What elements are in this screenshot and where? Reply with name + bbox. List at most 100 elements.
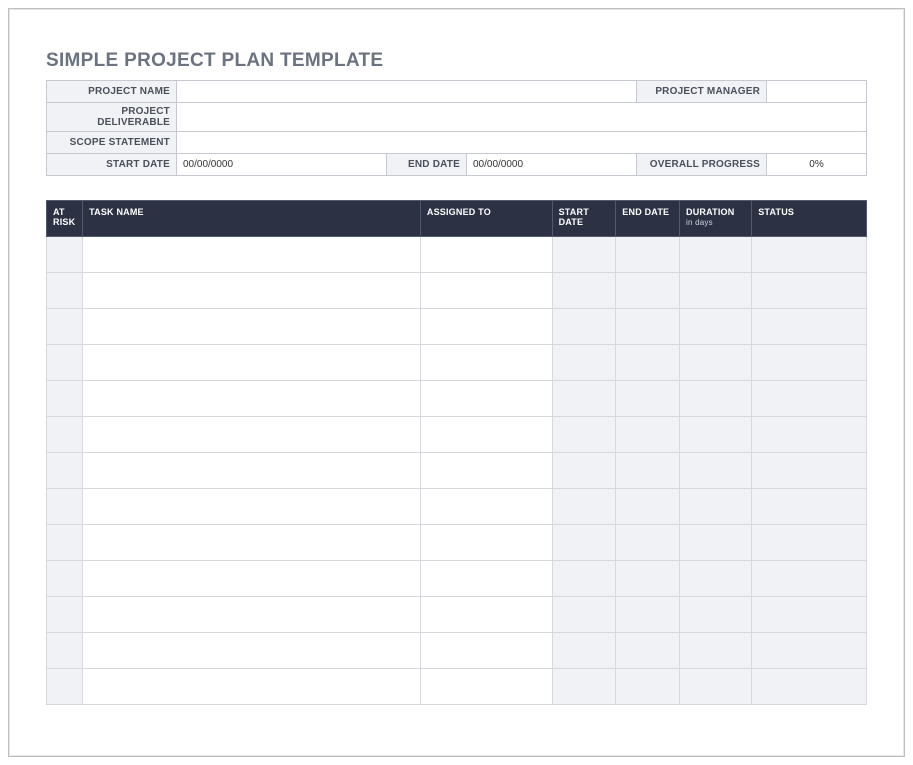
cell-task-name[interactable] bbox=[83, 561, 421, 597]
cell-at-risk[interactable] bbox=[47, 633, 83, 669]
cell-status[interactable] bbox=[752, 561, 867, 597]
cell-duration[interactable] bbox=[680, 381, 752, 417]
header-end-date: END DATE bbox=[616, 201, 680, 237]
value-start-date[interactable]: 00/00/0000 bbox=[177, 154, 387, 176]
cell-task-name[interactable] bbox=[83, 237, 421, 273]
cell-start-date[interactable] bbox=[552, 237, 616, 273]
cell-duration[interactable] bbox=[680, 273, 752, 309]
cell-status[interactable] bbox=[752, 453, 867, 489]
cell-start-date[interactable] bbox=[552, 345, 616, 381]
cell-start-date[interactable] bbox=[552, 309, 616, 345]
cell-at-risk[interactable] bbox=[47, 597, 83, 633]
cell-at-risk[interactable] bbox=[47, 381, 83, 417]
cell-start-date[interactable] bbox=[552, 561, 616, 597]
cell-task-name[interactable] bbox=[83, 345, 421, 381]
cell-status[interactable] bbox=[752, 489, 867, 525]
cell-at-risk[interactable] bbox=[47, 561, 83, 597]
cell-assigned-to[interactable] bbox=[420, 489, 552, 525]
cell-task-name[interactable] bbox=[83, 525, 421, 561]
cell-duration[interactable] bbox=[680, 669, 752, 705]
cell-assigned-to[interactable] bbox=[420, 669, 552, 705]
cell-task-name[interactable] bbox=[83, 273, 421, 309]
cell-at-risk[interactable] bbox=[47, 453, 83, 489]
cell-task-name[interactable] bbox=[83, 489, 421, 525]
cell-assigned-to[interactable] bbox=[420, 597, 552, 633]
cell-status[interactable] bbox=[752, 237, 867, 273]
cell-start-date[interactable] bbox=[552, 669, 616, 705]
cell-assigned-to[interactable] bbox=[420, 561, 552, 597]
cell-end-date[interactable] bbox=[616, 597, 680, 633]
cell-end-date[interactable] bbox=[616, 273, 680, 309]
cell-assigned-to[interactable] bbox=[420, 525, 552, 561]
value-project-name[interactable] bbox=[177, 81, 637, 103]
cell-task-name[interactable] bbox=[83, 633, 421, 669]
cell-start-date[interactable] bbox=[552, 417, 616, 453]
cell-end-date[interactable] bbox=[616, 489, 680, 525]
cell-at-risk[interactable] bbox=[47, 669, 83, 705]
cell-task-name[interactable] bbox=[83, 669, 421, 705]
cell-task-name[interactable] bbox=[83, 597, 421, 633]
cell-end-date[interactable] bbox=[616, 633, 680, 669]
cell-duration[interactable] bbox=[680, 489, 752, 525]
cell-assigned-to[interactable] bbox=[420, 453, 552, 489]
cell-duration[interactable] bbox=[680, 597, 752, 633]
cell-start-date[interactable] bbox=[552, 489, 616, 525]
cell-end-date[interactable] bbox=[616, 453, 680, 489]
cell-end-date[interactable] bbox=[616, 381, 680, 417]
cell-duration[interactable] bbox=[680, 309, 752, 345]
cell-status[interactable] bbox=[752, 273, 867, 309]
cell-assigned-to[interactable] bbox=[420, 273, 552, 309]
cell-status[interactable] bbox=[752, 633, 867, 669]
cell-task-name[interactable] bbox=[83, 309, 421, 345]
cell-status[interactable] bbox=[752, 345, 867, 381]
value-project-manager[interactable] bbox=[767, 81, 867, 103]
cell-status[interactable] bbox=[752, 669, 867, 705]
cell-assigned-to[interactable] bbox=[420, 345, 552, 381]
cell-end-date[interactable] bbox=[616, 345, 680, 381]
value-deliverable[interactable] bbox=[177, 103, 867, 132]
cell-end-date[interactable] bbox=[616, 669, 680, 705]
cell-at-risk[interactable] bbox=[47, 489, 83, 525]
cell-start-date[interactable] bbox=[552, 273, 616, 309]
value-scope[interactable] bbox=[177, 132, 867, 154]
cell-assigned-to[interactable] bbox=[420, 237, 552, 273]
cell-at-risk[interactable] bbox=[47, 525, 83, 561]
cell-at-risk[interactable] bbox=[47, 237, 83, 273]
cell-assigned-to[interactable] bbox=[420, 417, 552, 453]
cell-end-date[interactable] bbox=[616, 525, 680, 561]
cell-assigned-to[interactable] bbox=[420, 381, 552, 417]
cell-assigned-to[interactable] bbox=[420, 633, 552, 669]
cell-duration[interactable] bbox=[680, 561, 752, 597]
cell-duration[interactable] bbox=[680, 525, 752, 561]
cell-end-date[interactable] bbox=[616, 309, 680, 345]
cell-end-date[interactable] bbox=[616, 417, 680, 453]
cell-status[interactable] bbox=[752, 417, 867, 453]
cell-at-risk[interactable] bbox=[47, 417, 83, 453]
cell-start-date[interactable] bbox=[552, 525, 616, 561]
table-row bbox=[47, 525, 867, 561]
cell-duration[interactable] bbox=[680, 237, 752, 273]
cell-duration[interactable] bbox=[680, 345, 752, 381]
cell-duration[interactable] bbox=[680, 453, 752, 489]
cell-at-risk[interactable] bbox=[47, 273, 83, 309]
cell-status[interactable] bbox=[752, 309, 867, 345]
cell-duration[interactable] bbox=[680, 633, 752, 669]
cell-end-date[interactable] bbox=[616, 237, 680, 273]
cell-duration[interactable] bbox=[680, 417, 752, 453]
cell-at-risk[interactable] bbox=[47, 309, 83, 345]
cell-assigned-to[interactable] bbox=[420, 309, 552, 345]
cell-task-name[interactable] bbox=[83, 453, 421, 489]
cell-status[interactable] bbox=[752, 597, 867, 633]
cell-status[interactable] bbox=[752, 525, 867, 561]
cell-start-date[interactable] bbox=[552, 381, 616, 417]
document-content: SIMPLE PROJECT PLAN TEMPLATE PROJECT NAM… bbox=[27, 29, 886, 730]
cell-task-name[interactable] bbox=[83, 381, 421, 417]
cell-start-date[interactable] bbox=[552, 597, 616, 633]
cell-start-date[interactable] bbox=[552, 453, 616, 489]
cell-start-date[interactable] bbox=[552, 633, 616, 669]
cell-at-risk[interactable] bbox=[47, 345, 83, 381]
value-end-date[interactable]: 00/00/0000 bbox=[466, 154, 636, 176]
cell-status[interactable] bbox=[752, 381, 867, 417]
cell-end-date[interactable] bbox=[616, 561, 680, 597]
cell-task-name[interactable] bbox=[83, 417, 421, 453]
